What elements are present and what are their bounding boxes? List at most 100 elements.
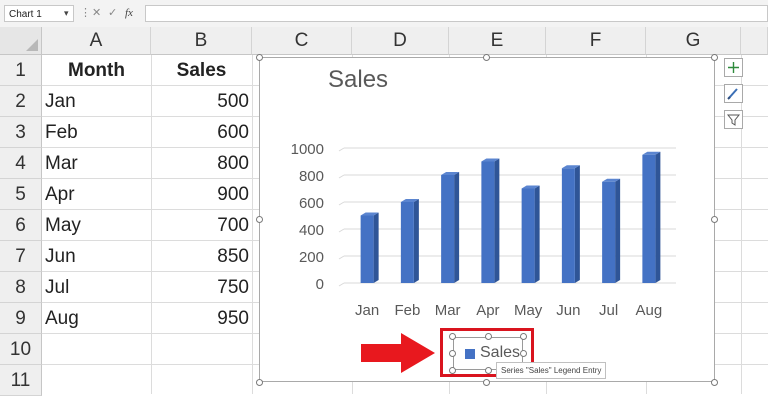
row-header-7[interactable]: 7 [0,241,42,272]
chart-filters-icon [726,114,741,126]
bar-side [454,172,460,283]
bar-side [373,212,379,283]
bar [561,168,575,283]
row-header-8[interactable]: 8 [0,272,42,303]
red-arrow-icon [361,333,435,373]
cell-sales[interactable]: 500 [151,86,252,117]
cell-sales[interactable]: 600 [151,117,252,148]
row-header-6[interactable]: 6 [0,210,42,241]
chart-elements-button[interactable] [724,58,743,77]
cell-b1[interactable]: Sales [151,55,252,86]
column-header-h[interactable] [741,27,768,55]
row-header-11[interactable]: 11 [0,365,42,396]
bar-side [655,151,661,283]
x-tick-label: Aug [636,302,663,319]
x-tick-label: Jun [556,302,580,319]
select-all-button[interactable] [0,27,42,55]
formula-input[interactable] [145,5,768,22]
cell-sales[interactable]: 750 [151,272,252,303]
resize-handle[interactable] [256,216,263,223]
bar-side [534,185,540,283]
gridline [338,201,345,206]
chart-styles-button[interactable] [724,84,743,103]
y-tick-label: 800 [299,168,324,185]
bar [481,161,495,283]
bar [400,202,414,283]
bar-side [413,199,419,283]
cell-month[interactable]: Jan [42,86,151,117]
x-tick-label: Jan [355,302,379,319]
gridline [338,174,345,179]
chart-elements-icon [728,62,739,73]
resize-handle[interactable] [256,379,263,386]
cell-month[interactable]: Apr [42,179,151,210]
y-tick-label: 600 [299,195,324,212]
cancel-icon[interactable]: ✕ [92,5,101,22]
name-box-value: Chart 1 [9,9,42,20]
gridline [252,55,253,394]
x-tick-label: May [514,302,543,319]
formula-bar: Chart 1 ▾ ⋮ ✕ ✓ fx [0,0,768,28]
cell-sales[interactable]: 800 [151,148,252,179]
column-header-c[interactable]: C [252,27,352,55]
cell-month[interactable]: Jul [42,272,151,303]
cell-month[interactable]: May [42,210,151,241]
x-tick-label: Feb [394,302,420,319]
chevron-down-icon[interactable]: ▾ [64,5,69,22]
bar [441,175,455,283]
cell-month[interactable]: Aug [42,303,151,334]
select-all-icon [26,39,38,51]
cell-sales[interactable]: 850 [151,241,252,272]
gridline [338,228,345,233]
resize-handle[interactable] [711,379,718,386]
gridline [338,255,345,260]
row-header-10[interactable]: 10 [0,334,42,365]
row-header-4[interactable]: 4 [0,148,42,179]
y-tick-label: 0 [316,276,324,293]
row-header-1[interactable]: 1 [0,55,42,86]
enter-icon[interactable]: ✓ [108,5,117,22]
bar [360,215,374,283]
row-header-9[interactable]: 9 [0,303,42,334]
column-header-b[interactable]: B [151,27,252,55]
resize-handle[interactable] [483,379,490,386]
column-header-g[interactable]: G [646,27,741,55]
fx-icon[interactable]: fx [125,5,133,22]
legend-tooltip: Series "Sales" Legend Entry [496,362,607,379]
gridline [338,282,345,287]
cell-a1[interactable]: Month [42,55,151,86]
cell-month[interactable]: Jun [42,241,151,272]
cell-sales[interactable]: 900 [151,179,252,210]
cell-sales[interactable]: 950 [151,303,252,334]
bar-side [574,165,580,283]
cell-month[interactable]: Mar [42,148,151,179]
x-tick-label: Jul [599,302,618,319]
row-header-2[interactable]: 2 [0,86,42,117]
resize-handle[interactable] [711,54,718,61]
cell-sales[interactable]: 700 [151,210,252,241]
resize-handle[interactable] [483,54,490,61]
chart-filters-button[interactable] [724,110,743,129]
row-header-5[interactable]: 5 [0,179,42,210]
column-header-d[interactable]: D [352,27,449,55]
bar-side [494,158,500,283]
row-header-3[interactable]: 3 [0,117,42,148]
y-tick-label: 1000 [291,141,324,158]
resize-handle[interactable] [256,54,263,61]
x-tick-label: Apr [476,302,499,319]
column-header-e[interactable]: E [449,27,546,55]
y-tick-label: 400 [299,222,324,239]
x-tick-label: Mar [435,302,461,319]
more-icon[interactable]: ⋮ [80,5,91,22]
bar [602,181,616,283]
bar [642,154,656,283]
column-header-a[interactable]: A [42,27,151,55]
bar [521,188,535,283]
cell-month[interactable]: Feb [42,117,151,148]
column-header-f[interactable]: F [546,27,646,55]
chart-styles-icon [727,88,738,100]
resize-handle[interactable] [711,216,718,223]
y-tick-label: 200 [299,249,324,266]
gridline [741,55,742,394]
gridline [338,147,345,152]
